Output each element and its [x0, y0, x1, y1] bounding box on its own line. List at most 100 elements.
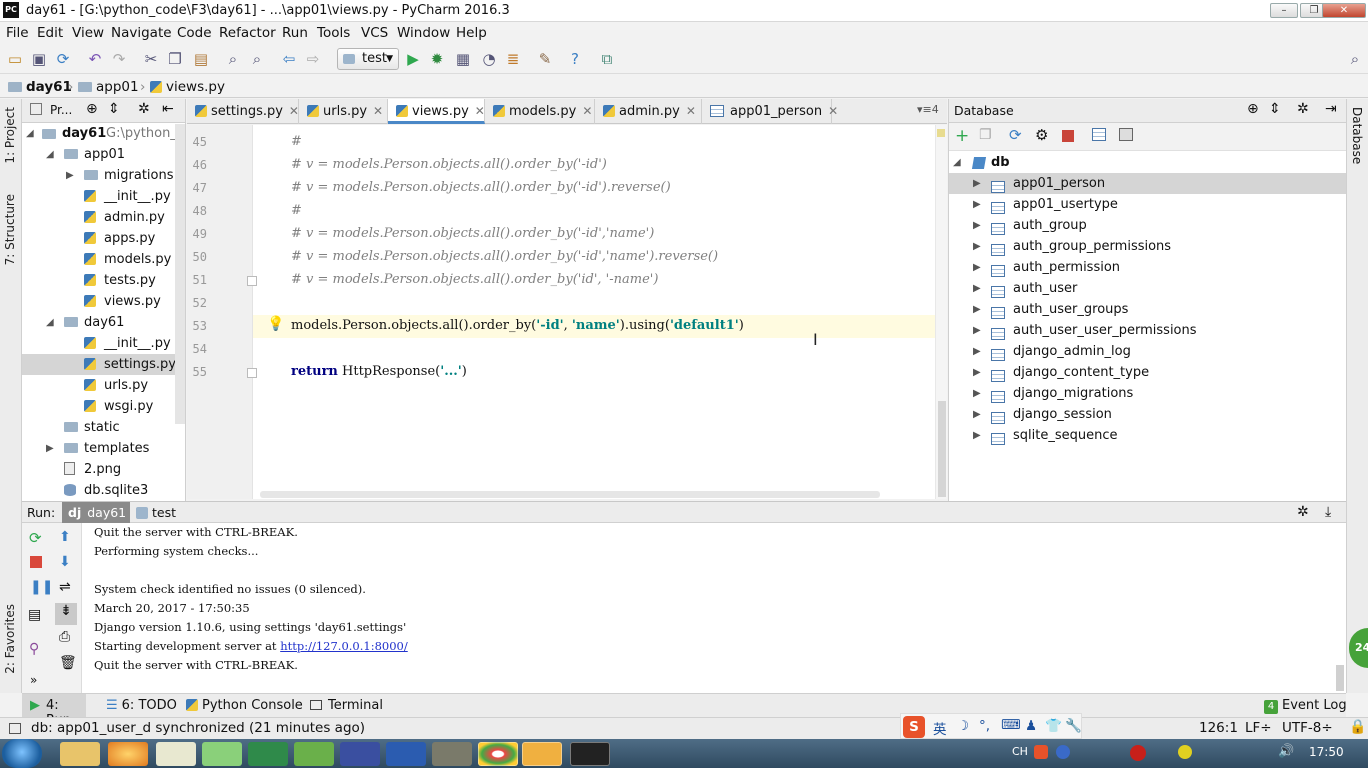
record-tray-icon[interactable] — [1130, 745, 1146, 761]
settings-icon[interactable]: ✎ — [536, 50, 554, 68]
chevron-right-icon[interactable]: ▶ — [973, 404, 981, 425]
tray-icon[interactable] — [1178, 745, 1192, 759]
console-icon[interactable] — [1119, 128, 1133, 141]
disk-taskbar-icon[interactable] — [340, 742, 380, 766]
add-icon[interactable]: + — [955, 126, 969, 146]
db-table-row[interactable]: ▶ app01_person — [949, 173, 1347, 194]
menu-help[interactable]: Help — [456, 25, 487, 41]
tree-item[interactable]: ▶ migrations — [22, 165, 185, 186]
tree-item[interactable]: __init__.py — [22, 333, 185, 354]
audio-taskbar-icon[interactable] — [522, 742, 562, 766]
tree-item[interactable]: ◢ day61 — [22, 312, 185, 333]
print-icon[interactable]: ⎙ — [59, 629, 70, 645]
pycharm-taskbar-icon[interactable] — [570, 742, 610, 766]
event-log-button[interactable]: 4 Event Log — [1264, 698, 1347, 714]
user-icon[interactable]: ♟ — [1025, 718, 1037, 734]
pause-icon[interactable]: ❚❚ — [30, 579, 53, 595]
database-tool-tab[interactable]: Database — [1350, 107, 1364, 164]
cut-icon[interactable]: ✂ — [142, 50, 160, 68]
chevron-right-icon[interactable]: ▶ — [973, 173, 981, 194]
db-table-row[interactable]: ▶ django_session — [949, 404, 1347, 425]
profile-icon[interactable]: ◔ — [480, 50, 498, 68]
run-tab-test[interactable]: test — [132, 502, 182, 523]
scroll-to-end-icon[interactable]: ⇟ — [55, 603, 77, 625]
project-tool-tab[interactable]: 1: Project — [3, 107, 17, 164]
lightbulb-icon[interactable]: 💡 — [267, 316, 284, 332]
stop-icon[interactable] — [1062, 130, 1074, 142]
chevron-right-icon[interactable]: ▶ — [973, 320, 981, 341]
down-icon[interactable]: ⬇ — [59, 554, 71, 570]
help-icon[interactable]: ? — [566, 50, 584, 68]
tree-item[interactable]: ▶ templates — [22, 438, 185, 459]
db-table-row[interactable]: ▶ auth_permission — [949, 257, 1347, 278]
close-icon[interactable]: ✕ — [582, 104, 592, 118]
menu-view[interactable]: View — [72, 25, 104, 41]
save-icon[interactable]: ▣ — [30, 50, 48, 68]
debug-icon[interactable]: ✹ — [428, 50, 446, 68]
ime-toolbar[interactable]: S 英 ☽ °, ⌨ ♟ 👕 🔧 — [900, 713, 1082, 739]
soft-wrap-icon[interactable]: ⇌ — [59, 579, 71, 595]
pin-icon[interactable]: ⚲ — [29, 641, 39, 657]
chevron-right-icon[interactable]: ▶ — [973, 425, 981, 446]
paste-icon[interactable]: ▤ — [192, 50, 210, 68]
refresh-icon[interactable]: ⟳ — [1009, 126, 1022, 144]
hide-icon[interactable]: ⇥ — [1325, 101, 1337, 117]
copy-icon[interactable]: ❐ — [166, 50, 184, 68]
qq-taskbar-icon[interactable] — [108, 742, 148, 766]
db-table-row[interactable]: ▶ django_content_type — [949, 362, 1347, 383]
clock[interactable]: 17:50 — [1309, 745, 1344, 759]
rerun-icon[interactable]: ⟳ — [29, 529, 42, 547]
explorer-taskbar-icon[interactable] — [60, 742, 100, 766]
breadcrumb-item-views[interactable]: views.py — [150, 79, 225, 95]
tab-settings[interactable]: settings.py ✕ — [187, 99, 299, 124]
minimize-button[interactable]: – — [1270, 3, 1298, 18]
chevron-right-icon[interactable]: ▶ — [973, 236, 981, 257]
forward-icon[interactable]: ⇨ — [304, 50, 322, 68]
open-folder-icon[interactable]: ▭ — [6, 50, 24, 68]
tools-taskbar-icon[interactable] — [432, 742, 472, 766]
more-icon[interactable]: » — [30, 673, 37, 687]
chevron-right-icon[interactable]: ▶ — [973, 215, 981, 236]
chevron-right-icon[interactable]: ▶ — [973, 257, 981, 278]
chrome-taskbar-icon[interactable] — [478, 742, 518, 766]
coverage-icon[interactable]: ▦ — [454, 50, 472, 68]
tab-app01-person[interactable]: app01_person ✕ — [702, 99, 838, 124]
wrench-icon[interactable]: 🔧 — [1065, 718, 1082, 734]
server-url-link[interactable]: http://127.0.0.1:8000/ — [280, 639, 408, 653]
close-icon[interactable]: ✕ — [828, 104, 838, 118]
tree-item[interactable]: 2.png — [22, 459, 185, 480]
trash-icon[interactable]: 🗑 — [59, 655, 77, 671]
tree-item[interactable]: ◢ app01 — [22, 144, 185, 165]
stop-icon[interactable] — [30, 556, 42, 568]
editor-scroll-thumb[interactable] — [938, 401, 946, 497]
fold-marker-icon[interactable] — [247, 368, 257, 378]
tree-item[interactable]: db.sqlite3 — [22, 480, 185, 501]
db-table-row[interactable]: ▶ auth_group — [949, 215, 1347, 236]
tree-scrollbar[interactable] — [175, 124, 185, 424]
copy-icon[interactable]: ❐ — [979, 127, 992, 143]
menu-window[interactable]: Window — [397, 25, 450, 41]
search-everywhere-icon[interactable]: ⌕ — [1346, 50, 1364, 68]
db-table-row[interactable]: ▶ sqlite_sequence — [949, 425, 1347, 446]
chevron-right-icon[interactable]: ▶ — [973, 341, 981, 362]
word-taskbar-icon[interactable] — [386, 742, 426, 766]
hide-icon[interactable]: ⤓ — [1325, 504, 1331, 520]
tree-item[interactable]: models.py — [22, 249, 185, 270]
caret-position[interactable]: 126:1 — [1199, 720, 1238, 736]
db-table-row[interactable]: ▶ app01_usertype — [949, 194, 1347, 215]
chevron-down-icon[interactable]: ◢ — [46, 312, 54, 333]
fold-marker-icon[interactable] — [247, 276, 257, 286]
console-scrollbar[interactable] — [1336, 665, 1344, 691]
editor-hscroll[interactable] — [260, 491, 880, 498]
menu-code[interactable]: Code — [177, 25, 212, 41]
sogou-icon[interactable]: S — [903, 716, 925, 738]
undo-icon[interactable]: ↶ — [86, 50, 104, 68]
tree-item[interactable]: admin.py — [22, 207, 185, 228]
up-icon[interactable]: ⬆ — [59, 529, 71, 545]
inspection-status-icon[interactable] — [937, 129, 945, 137]
tab-admin[interactable]: admin.py ✕ — [595, 99, 702, 124]
tree-item[interactable]: __init__.py — [22, 186, 185, 207]
keyboard-icon[interactable]: ⌨ — [1001, 717, 1021, 733]
gear-icon[interactable]: ✲ — [138, 101, 150, 117]
file-encoding[interactable]: UTF-8÷ — [1282, 720, 1333, 736]
